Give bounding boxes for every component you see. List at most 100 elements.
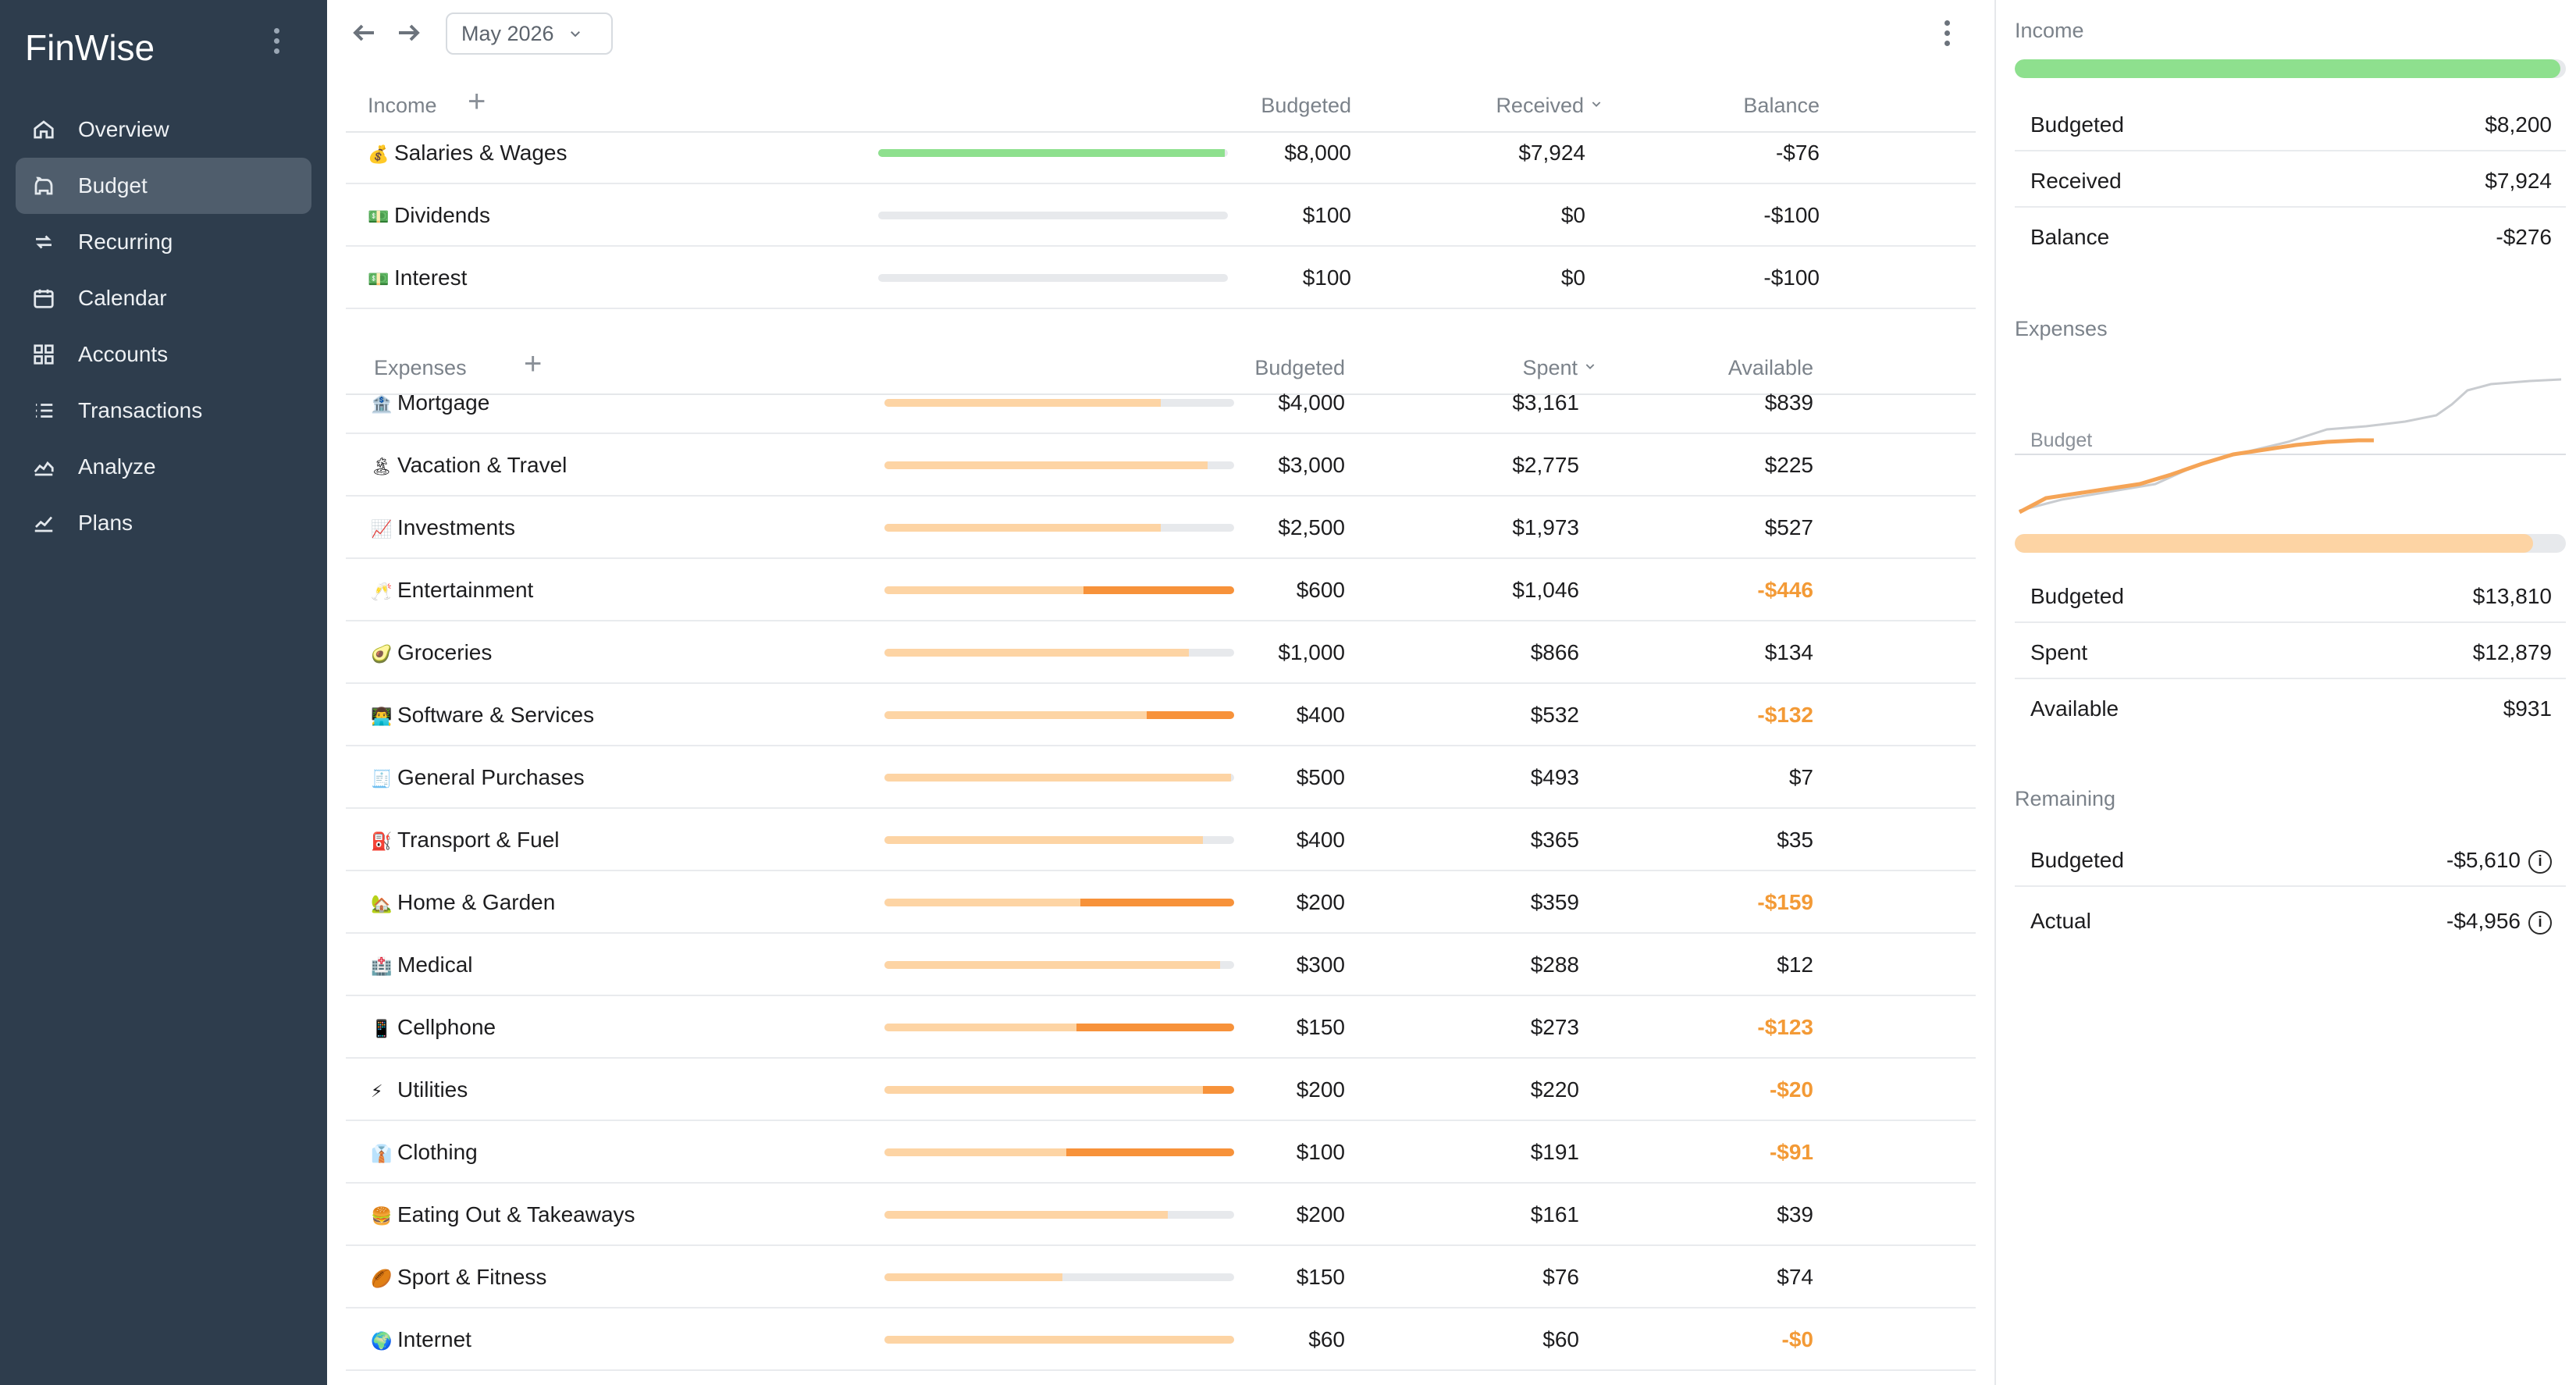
sidebar-item-overview[interactable]: Overview bbox=[16, 101, 311, 158]
budgeted-value[interactable]: $4,000 bbox=[1142, 390, 1345, 415]
budgeted-value[interactable]: $100 bbox=[1142, 1140, 1345, 1165]
spent-value[interactable]: $359 bbox=[1376, 890, 1579, 915]
budget-line-label: Budget bbox=[2030, 429, 2092, 451]
sidebar-item-analyze[interactable]: Analyze bbox=[16, 439, 311, 495]
spent-value[interactable]: $161 bbox=[1376, 1202, 1579, 1227]
expenses-row[interactable]: 🌍 Internet $60 $60 -$0 bbox=[346, 1308, 1976, 1371]
budgeted-value[interactable]: $1,000 bbox=[1142, 640, 1345, 665]
budgeted-value[interactable]: $100 bbox=[1148, 203, 1351, 228]
spent-value[interactable]: $220 bbox=[1376, 1077, 1579, 1102]
sidebar-item-accounts[interactable]: Accounts bbox=[16, 326, 311, 383]
category-label: Transport & Fuel bbox=[397, 828, 560, 852]
more-options-icon[interactable] bbox=[1944, 19, 1950, 46]
progress-fill bbox=[884, 399, 1161, 407]
category-label: Eating Out & Takeaways bbox=[397, 1202, 635, 1227]
budgeted-value[interactable]: $400 bbox=[1142, 703, 1345, 728]
income-row[interactable]: 💵 Interest $100 $0 -$100 bbox=[346, 247, 1976, 309]
budgeted-value[interactable]: $60 bbox=[1142, 1327, 1345, 1352]
progress-fill bbox=[884, 1024, 1077, 1031]
sidebar-item-transactions[interactable]: Transactions bbox=[16, 383, 311, 439]
expenses-row[interactable]: 📈 Investments $2,500 $1,973 $527 bbox=[346, 497, 1976, 559]
info-icon[interactable]: i bbox=[2528, 850, 2552, 874]
expenses-row[interactable]: 🧾 General Purchases $500 $493 $7 bbox=[346, 746, 1976, 809]
income-progress-bar bbox=[2015, 59, 2566, 78]
spent-value[interactable]: $1,046 bbox=[1376, 578, 1579, 603]
budgeted-value[interactable]: $100 bbox=[1148, 265, 1351, 290]
next-month-button[interactable] bbox=[391, 16, 425, 50]
progress-fill bbox=[884, 711, 1147, 719]
expenses-row[interactable]: ⛽ Transport & Fuel $400 $365 $35 bbox=[346, 809, 1976, 871]
month-select[interactable]: May 2026 bbox=[446, 12, 613, 55]
budgeted-value[interactable]: $2,500 bbox=[1142, 515, 1345, 540]
summary-row-budgeted: Budgeted -$5,610 i bbox=[2015, 831, 2566, 887]
expenses-row[interactable]: 🥂 Entertainment $600 $1,046 -$446 bbox=[346, 559, 1976, 621]
progress-fill bbox=[884, 899, 1080, 906]
budgeted-value[interactable]: $150 bbox=[1142, 1015, 1345, 1040]
sidebar-more-icon[interactable] bbox=[261, 27, 292, 58]
progress-fill bbox=[884, 1273, 1063, 1281]
spent-value[interactable]: $60 bbox=[1376, 1327, 1579, 1352]
budgeted-value[interactable]: $150 bbox=[1142, 1265, 1345, 1290]
category-label: Internet bbox=[397, 1327, 471, 1351]
income-row[interactable]: 💰 Salaries & Wages $8,000 $7,924 -$76 bbox=[346, 122, 1976, 184]
spent-value[interactable]: $493 bbox=[1376, 765, 1579, 790]
budgeted-value[interactable]: $200 bbox=[1142, 1202, 1345, 1227]
sidebar-item-plans[interactable]: Plans bbox=[16, 495, 311, 551]
sidebar-item-budget[interactable]: Budget bbox=[16, 158, 311, 214]
expenses-row[interactable]: 🏡 Home & Garden $200 $359 -$159 bbox=[346, 871, 1976, 934]
spent-value[interactable]: $273 bbox=[1376, 1015, 1579, 1040]
received-value[interactable]: $0 bbox=[1382, 265, 1585, 290]
budgeted-value[interactable]: $200 bbox=[1142, 1077, 1345, 1102]
spent-value[interactable]: $288 bbox=[1376, 952, 1579, 977]
expenses-row[interactable]: 👨‍💻 Software & Services $400 $532 -$132 bbox=[346, 684, 1976, 746]
expenses-row[interactable]: 🏥 Medical $300 $288 $12 bbox=[346, 934, 1976, 996]
category-emoji: 👔 bbox=[371, 1144, 393, 1163]
budgeted-value[interactable]: $300 bbox=[1142, 952, 1345, 977]
budgeted-value[interactable]: $600 bbox=[1142, 578, 1345, 603]
sidebar-item-recurring[interactable]: Recurring bbox=[16, 214, 311, 270]
category-name: 🌍 Internet bbox=[371, 1327, 471, 1352]
category-name: 🏦 Mortgage bbox=[371, 390, 489, 415]
spent-value[interactable]: $866 bbox=[1376, 640, 1579, 665]
category-label: Groceries bbox=[397, 640, 493, 664]
budget-main: May 2026 Income + Budgeted Received Bala… bbox=[327, 0, 1994, 1385]
income-col-balance[interactable]: Balance bbox=[1617, 94, 1820, 118]
budgeted-value[interactable]: $3,000 bbox=[1142, 453, 1345, 478]
previous-month-button[interactable] bbox=[347, 16, 382, 50]
summary-row-budgeted: Budgeted $8,200 bbox=[2015, 95, 2566, 151]
available-value: -$159 bbox=[1757, 890, 1813, 914]
income-row[interactable]: 💵 Dividends $100 $0 -$100 bbox=[346, 184, 1976, 247]
expenses-row[interactable]: 🏉 Sport & Fitness $150 $76 $74 bbox=[346, 1246, 1976, 1308]
info-icon[interactable]: i bbox=[2528, 911, 2552, 935]
expenses-row[interactable]: 🍔 Eating Out & Takeaways $200 $161 $39 bbox=[346, 1184, 1976, 1246]
category-emoji: ⚡ bbox=[371, 1081, 383, 1101]
budgeted-value[interactable]: $400 bbox=[1142, 828, 1345, 853]
budgeted-value[interactable]: $500 bbox=[1142, 765, 1345, 790]
spent-value[interactable]: $3,161 bbox=[1376, 390, 1579, 415]
received-value[interactable]: $7,924 bbox=[1382, 141, 1585, 166]
income-col-received[interactable]: Received bbox=[1376, 94, 1603, 118]
expenses-row[interactable]: 🏦 Mortgage $4,000 $3,161 $839 bbox=[346, 372, 1976, 434]
budgeted-value[interactable]: $8,000 bbox=[1148, 141, 1351, 166]
received-value[interactable]: $0 bbox=[1382, 203, 1585, 228]
progress-fill bbox=[884, 1148, 1066, 1156]
spent-value[interactable]: $532 bbox=[1376, 703, 1579, 728]
spent-value[interactable]: $2,775 bbox=[1376, 453, 1579, 478]
expenses-row[interactable]: 📱 Cellphone $150 $273 -$123 bbox=[346, 996, 1976, 1059]
spent-value[interactable]: $191 bbox=[1376, 1140, 1579, 1165]
income-col-budgeted[interactable]: Budgeted bbox=[1148, 94, 1351, 118]
expenses-row[interactable]: 🏝 Vacation & Travel $3,000 $2,775 $225 bbox=[346, 434, 1976, 497]
add-income-icon[interactable]: + bbox=[468, 84, 486, 119]
expenses-row[interactable]: 👔 Clothing $100 $191 -$91 bbox=[346, 1121, 1976, 1184]
category-emoji: 📱 bbox=[371, 1019, 393, 1038]
spent-value[interactable]: $365 bbox=[1376, 828, 1579, 853]
calendar-icon bbox=[31, 286, 56, 311]
spent-value[interactable]: $76 bbox=[1376, 1265, 1579, 1290]
expenses-row[interactable]: 🥑 Groceries $1,000 $866 $134 bbox=[346, 621, 1976, 684]
summary-value-text: $13,810 bbox=[2472, 584, 2552, 608]
expenses-row[interactable]: ⚡ Utilities $200 $220 -$20 bbox=[346, 1059, 1976, 1121]
spent-value[interactable]: $1,973 bbox=[1376, 515, 1579, 540]
sidebar-item-calendar[interactable]: Calendar bbox=[16, 270, 311, 326]
category-label: Utilities bbox=[397, 1077, 468, 1102]
budgeted-value[interactable]: $200 bbox=[1142, 890, 1345, 915]
